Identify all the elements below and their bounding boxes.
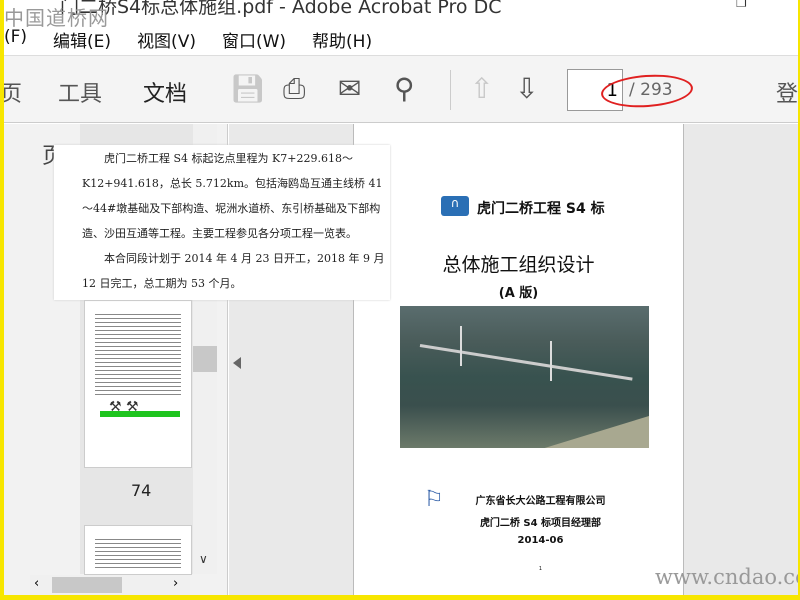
prev-page-icon[interactable]: ⇧	[470, 74, 493, 104]
signin-button[interactable]: 登	[776, 76, 798, 108]
thumb-page-label: 74	[131, 481, 152, 500]
save-icon[interactable]: 💾︎	[230, 74, 266, 104]
toolbar: 页 工具 文档 💾︎ ⎙ ✉ ⚲ ⇧ ⇩ 1 / 293 登	[0, 55, 800, 134]
thumbnail-hscrollbar[interactable]: ‹ ›	[30, 575, 190, 595]
menu-edit[interactable]: 编辑(E)	[53, 27, 111, 52]
next-page-icon[interactable]: ⇩	[515, 74, 538, 104]
mail-icon[interactable]: ✉	[338, 74, 361, 104]
divider	[450, 70, 451, 110]
menu-window[interactable]: 窗口(W)	[222, 27, 286, 52]
search-icon[interactable]: ⚲	[394, 74, 415, 104]
print-icon[interactable]: ⎙	[283, 74, 305, 104]
page-thumbnail-74[interactable]: ⚒ ⚒	[84, 300, 192, 468]
page-title: 总体施工组织设计	[442, 254, 595, 276]
menu-bar: (F) 编辑(E) 视图(V) 窗口(W) 帮助(H)	[4, 27, 398, 52]
page-thumbnail-75[interactable]	[84, 525, 192, 575]
document-date: 2014-06	[517, 535, 564, 546]
page-header: 虎门二桥工程 S4 标	[477, 201, 605, 217]
tab-tools[interactable]: 工具	[58, 76, 102, 108]
scroll-right-icon[interactable]: ›	[173, 576, 178, 591]
company-name: 广东省长大公路工程有限公司	[475, 496, 606, 507]
watermark-bottom: www.cndao.com	[655, 565, 800, 589]
window-title: 门二桥S4标总体施组.pdf - Adobe Acrobat Pro DC	[60, 0, 502, 18]
menu-help[interactable]: 帮助(H)	[312, 27, 372, 52]
bridge-photo	[400, 306, 649, 448]
scroll-left-icon[interactable]: ‹	[34, 576, 39, 591]
department-name: 虎门二桥 S4 标项目经理部	[479, 518, 602, 529]
hscroll-thumb[interactable]	[52, 577, 122, 593]
popup-paragraph-1: 虎门二桥工程 S4 标起讫点里程为 K7+229.618～K12+941.618…	[82, 152, 383, 240]
page-version: (A 版)	[498, 286, 539, 301]
restore-icon[interactable]: ❐	[736, 0, 747, 10]
menu-view[interactable]: 视图(V)	[137, 27, 196, 52]
project-logo: ∩	[441, 196, 469, 216]
collapse-panel-icon[interactable]	[233, 357, 241, 369]
menu-file[interactable]: (F)	[4, 27, 27, 52]
tab-home[interactable]: 页	[0, 76, 22, 108]
text-popup: 虎门二桥工程 S4 标起讫点里程为 K7+229.618～K12+941.618…	[54, 145, 390, 300]
scroll-thumb[interactable]	[193, 346, 217, 372]
scroll-down-icon[interactable]: ∨	[199, 552, 208, 566]
tab-document[interactable]: 文档	[143, 76, 188, 134]
popup-paragraph-2: 本合同段计划于 2014 年 4 月 23 日开工，2018 年 9 月 12 …	[82, 252, 385, 290]
